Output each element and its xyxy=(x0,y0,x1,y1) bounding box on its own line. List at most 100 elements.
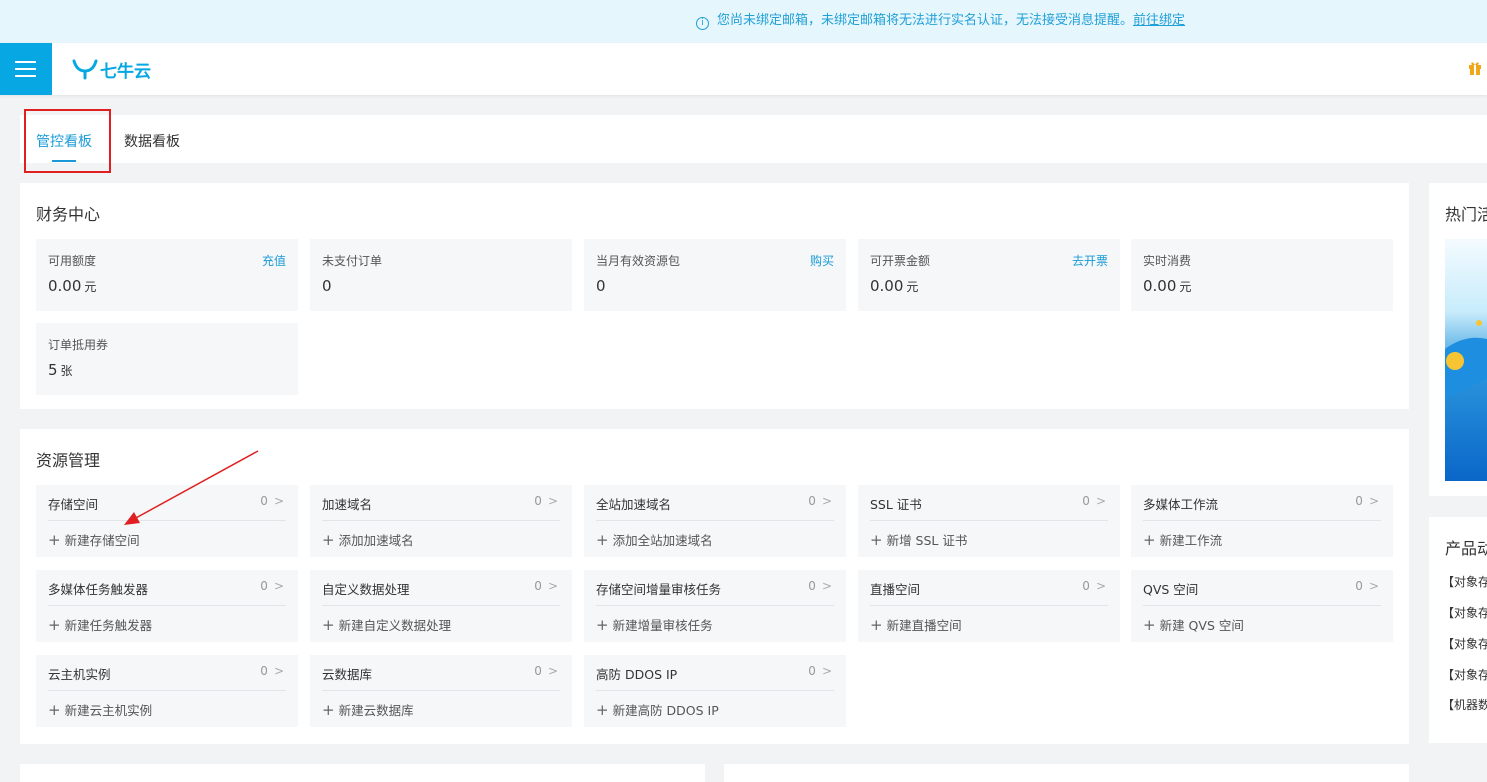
resource-count[interactable]: 0 > xyxy=(1355,579,1379,593)
product-news-title: 产品动 xyxy=(1445,539,1487,558)
divider xyxy=(48,605,286,606)
plus-icon: + xyxy=(870,531,883,549)
resource-add-link[interactable]: + 新建增量审核任务 xyxy=(596,615,713,634)
card-label: 实时消费 xyxy=(1143,254,1192,268)
chevron-right-icon: > xyxy=(273,664,284,678)
finance-panel: 财务中心 可用额度 充值 0.00 元 未支付订单 0 当月有效资源包 购买 0 … xyxy=(20,183,1409,409)
hamburger-line xyxy=(15,61,36,63)
resource-count[interactable]: 0 > xyxy=(260,664,284,678)
resource-add-link[interactable]: + 新增 SSL 证书 xyxy=(870,530,967,549)
card-value: 0.00 元 xyxy=(48,277,97,295)
qiniu-logo-icon xyxy=(72,59,98,80)
card-label: 订单抵用券 xyxy=(48,338,109,352)
resource-name[interactable]: QVS 空间 xyxy=(1143,579,1198,598)
plus-icon: + xyxy=(596,531,609,549)
resource-count[interactable]: 0 > xyxy=(808,494,832,508)
resource-add-link[interactable]: + 新建直播空间 xyxy=(870,615,962,634)
resource-panel: 资源管理 存储空间 0 > + 新建存储空间 加速域名 0 > + 添加加速域名 全站加速域名 0 > +… xyxy=(20,429,1409,744)
resource-count[interactable]: 0 > xyxy=(808,579,832,593)
resource-card: 云数据库 0 > + 新建云数据库 xyxy=(310,655,572,727)
resource-add-link[interactable]: + 新建高防 DDOS IP xyxy=(596,700,719,719)
promo-banner[interactable] xyxy=(1445,239,1487,481)
chevron-right-icon: > xyxy=(821,579,832,593)
finance-card-realtime-spend[interactable]: 实时消费 0.00 元 xyxy=(1131,239,1393,311)
resource-count[interactable]: 0 > xyxy=(534,664,558,678)
chevron-right-icon: > xyxy=(273,579,284,593)
resource-count[interactable]: 0 > xyxy=(260,494,284,508)
resource-name[interactable]: 直播空间 xyxy=(870,579,920,598)
resource-name[interactable]: 存储空间 xyxy=(48,494,98,513)
card-value: 5张 xyxy=(48,361,73,379)
resource-add-link[interactable]: + 新建云主机实例 xyxy=(48,700,152,719)
resource-card: SSL 证书 0 > + 新增 SSL 证书 xyxy=(858,485,1120,557)
resource-add-link[interactable]: + 添加加速域名 xyxy=(322,530,414,549)
divider xyxy=(596,520,834,521)
highlight-box-annotation xyxy=(24,109,111,173)
resource-name[interactable]: 多媒体任务触发器 xyxy=(48,579,148,598)
finance-card-vouchers[interactable]: 订单抵用券 5张 xyxy=(36,323,298,395)
resource-name[interactable]: 加速域名 xyxy=(322,494,372,513)
tab-data-board[interactable]: 数据看板 xyxy=(124,131,180,151)
divider xyxy=(596,605,834,606)
resource-name[interactable]: 云主机实例 xyxy=(48,664,111,683)
qiniu-logo[interactable]: 七牛云 xyxy=(72,55,151,83)
divider xyxy=(48,690,286,691)
resource-add-link[interactable]: + 新建工作流 xyxy=(1143,530,1222,549)
resource-card: 直播空间 0 > + 新建直播空间 xyxy=(858,570,1120,642)
dashboard-tabs: 管控看板 数据看板 xyxy=(20,115,1487,163)
email-notice-bar: i 您尚未绑定邮箱，未绑定邮箱将无法进行实名认证，无法接受消息提醒。前往绑定 xyxy=(0,0,1487,43)
resource-name[interactable]: 高防 DDOS IP xyxy=(596,664,677,683)
resource-count[interactable]: 0 > xyxy=(260,579,284,593)
resource-add-link[interactable]: + 新建自定义数据处理 xyxy=(322,615,451,634)
resource-add-link[interactable]: + 添加全站加速域名 xyxy=(596,530,713,549)
plus-icon: + xyxy=(596,616,609,634)
resource-name[interactable]: 全站加速域名 xyxy=(596,494,671,513)
resource-card: 全站加速域名 0 > + 添加全站加速域名 xyxy=(584,485,846,557)
hamburger-line xyxy=(15,68,36,70)
resource-name[interactable]: 云数据库 xyxy=(322,664,372,683)
finance-card-resource-packs: 当月有效资源包 购买 0 xyxy=(584,239,846,311)
chevron-right-icon: > xyxy=(273,494,284,508)
resource-card: 加速域名 0 > + 添加加速域名 xyxy=(310,485,572,557)
resource-name[interactable]: 多媒体工作流 xyxy=(1143,494,1218,513)
resource-count[interactable]: 0 > xyxy=(1355,494,1379,508)
chevron-right-icon: > xyxy=(1095,494,1106,508)
invoice-link[interactable]: 去开票 xyxy=(1072,252,1108,269)
news-item[interactable]: 【对象存 xyxy=(1442,604,1487,621)
resource-count[interactable]: 0 > xyxy=(534,579,558,593)
divider xyxy=(1143,520,1381,521)
resource-count[interactable]: 0 > xyxy=(1082,579,1106,593)
resource-count[interactable]: 0 > xyxy=(1082,494,1106,508)
news-item[interactable]: 【对象存 xyxy=(1442,666,1487,683)
resource-count[interactable]: 0 > xyxy=(808,664,832,678)
chevron-right-icon: > xyxy=(821,494,832,508)
resource-name[interactable]: 自定义数据处理 xyxy=(322,579,410,598)
plus-icon: + xyxy=(596,701,609,719)
chevron-right-icon: > xyxy=(547,664,558,678)
finance-card-unpaid-orders[interactable]: 未支付订单 0 xyxy=(310,239,572,311)
resource-add-link[interactable]: + 新建云数据库 xyxy=(322,700,414,719)
plus-icon: + xyxy=(1143,616,1156,634)
news-item[interactable]: 【对象存 xyxy=(1442,635,1487,652)
gift-icon[interactable] xyxy=(1468,60,1482,76)
buy-link[interactable]: 购买 xyxy=(810,252,834,269)
resource-add-link[interactable]: + 新建 QVS 空间 xyxy=(1143,615,1244,634)
bind-email-link[interactable]: 前往绑定 xyxy=(1133,13,1185,28)
resource-name[interactable]: 存储空间增量审核任务 xyxy=(596,579,721,598)
resource-add-link[interactable]: + 新建任务触发器 xyxy=(48,615,152,634)
resource-title: 资源管理 xyxy=(36,451,101,470)
card-value: 0.00 元 xyxy=(1143,277,1192,295)
plus-icon: + xyxy=(322,616,335,634)
resource-card: 高防 DDOS IP 0 > + 新建高防 DDOS IP xyxy=(584,655,846,727)
resource-name[interactable]: SSL 证书 xyxy=(870,494,922,513)
news-item[interactable]: 【机器数 xyxy=(1442,696,1487,713)
resource-count[interactable]: 0 > xyxy=(534,494,558,508)
top-bar: 七牛云 xyxy=(0,43,1487,95)
resource-add-link[interactable]: + 新建存储空间 xyxy=(48,530,140,549)
finance-title: 财务中心 xyxy=(36,205,101,224)
news-item[interactable]: 【对象存 xyxy=(1442,573,1487,590)
product-news-panel: 产品动 【对象存 【对象存 【对象存 【对象存 【机器数 xyxy=(1429,517,1487,743)
menu-toggle-button[interactable] xyxy=(0,43,52,95)
divider xyxy=(322,605,560,606)
recharge-link[interactable]: 充值 xyxy=(262,252,286,269)
